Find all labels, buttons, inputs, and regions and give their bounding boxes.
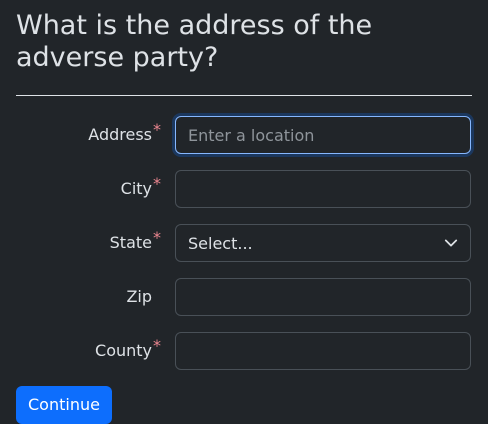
zip-row: Zip: [0, 278, 488, 316]
state-select[interactable]: Select...: [175, 224, 471, 262]
address-label: Address *: [88, 116, 161, 154]
required-marker: *: [153, 174, 161, 193]
city-input[interactable]: [175, 170, 471, 208]
required-marker: *: [153, 228, 161, 247]
page-title: What is the address of the adverse party…: [16, 10, 373, 73]
chevron-down-icon: [444, 239, 458, 247]
state-select-value: Select...: [188, 233, 253, 253]
county-label: County *: [95, 332, 161, 370]
state-row: State * Select...: [0, 224, 488, 262]
zip-label: Zip: [126, 287, 152, 306]
county-row: County *: [0, 332, 488, 370]
city-label: City *: [121, 170, 161, 208]
city-row: City *: [0, 170, 488, 208]
title-divider: [16, 95, 472, 96]
address-row: Address *: [0, 116, 488, 154]
required-marker: *: [153, 120, 161, 139]
county-input[interactable]: [175, 332, 471, 370]
state-label: State *: [110, 224, 161, 262]
continue-button[interactable]: Continue: [16, 386, 112, 424]
address-input[interactable]: [175, 116, 471, 154]
zip-input[interactable]: [175, 278, 471, 316]
required-marker: *: [153, 336, 161, 355]
